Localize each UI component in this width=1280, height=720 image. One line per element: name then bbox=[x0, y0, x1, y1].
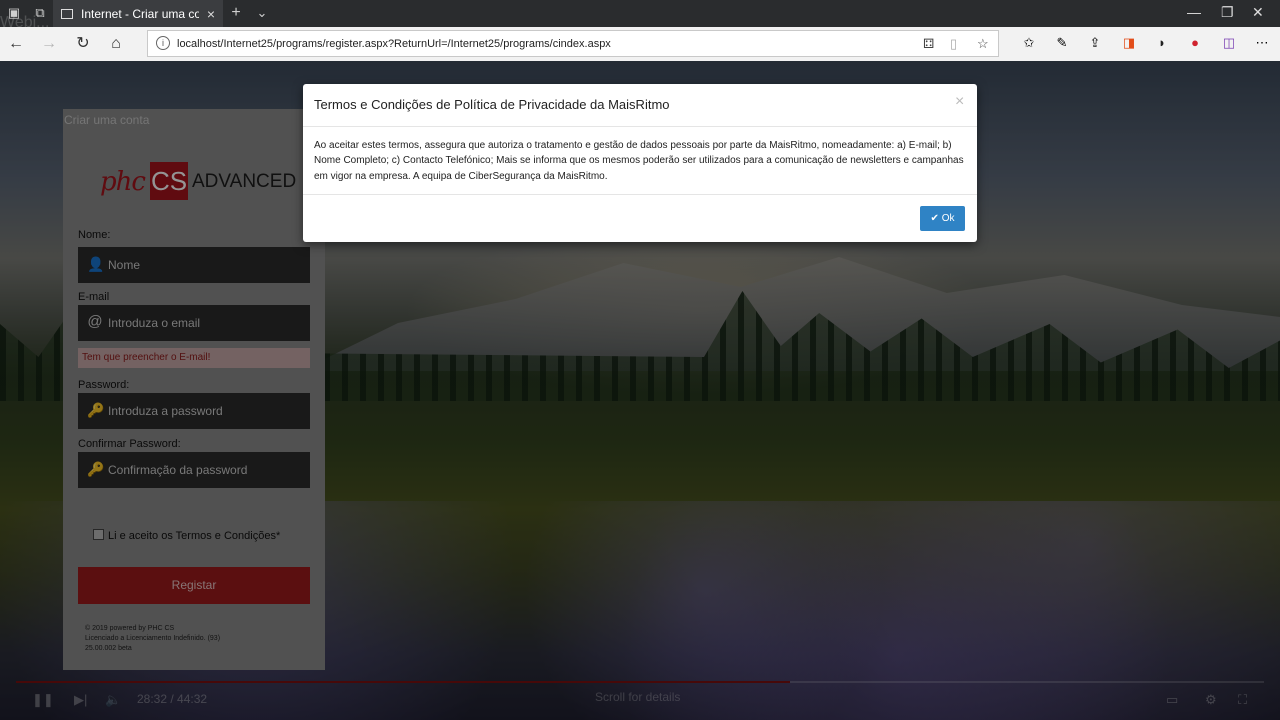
favorites-list-icon[interactable]: ✩ bbox=[1021, 35, 1037, 51]
tab-preview-icon[interactable]: ⧉ bbox=[32, 5, 48, 21]
url-field[interactable]: i localhost/Internet25/programs/register… bbox=[147, 30, 999, 57]
pinterest-icon[interactable]: ● bbox=[1187, 35, 1203, 51]
browser-tab-bar: Webi... o que deve saber" ▣ ⧉ Internet -… bbox=[0, 0, 1280, 31]
terms-modal: Termos e Condições de Política de Privac… bbox=[303, 84, 977, 242]
pen-icon[interactable]: ✎ bbox=[1054, 35, 1070, 51]
back-icon[interactable]: ← bbox=[6, 34, 26, 54]
favorite-star-icon[interactable]: ☆ bbox=[977, 36, 989, 52]
translate-icon[interactable]: ⚃ bbox=[923, 36, 934, 52]
pocket-icon[interactable]: ◗ bbox=[1154, 35, 1170, 51]
modal-header: Termos e Condições de Política de Privac… bbox=[303, 84, 977, 127]
forward-icon[interactable]: → bbox=[39, 34, 59, 54]
onenote-icon[interactable]: ◫ bbox=[1221, 35, 1237, 51]
address-bar-row: ← → ↻ ⌂ i localhost/Internet25/programs/… bbox=[0, 27, 1280, 62]
modal-footer bbox=[303, 194, 977, 195]
modal-close-button[interactable]: × bbox=[955, 93, 964, 111]
new-tab-button[interactable]: + bbox=[228, 5, 244, 21]
minimize-icon[interactable]: — bbox=[1187, 4, 1201, 20]
modal-body: Ao aceitar estes termos, assegura que au… bbox=[314, 140, 964, 182]
page-icon bbox=[61, 8, 73, 19]
tab-title: Internet - Criar uma cor bbox=[81, 6, 199, 21]
tab-close-icon[interactable]: × bbox=[207, 6, 215, 22]
close-window-icon[interactable]: ✕ bbox=[1252, 4, 1264, 21]
more-menu-icon[interactable]: ⋯ bbox=[1254, 35, 1270, 51]
check-icon: ✔ bbox=[930, 213, 939, 224]
maximize-icon[interactable]: ❐ bbox=[1221, 4, 1234, 21]
home-icon[interactable]: ⌂ bbox=[106, 34, 126, 54]
url-text: localhost/Internet25/programs/register.a… bbox=[177, 38, 611, 50]
site-info-icon[interactable]: i bbox=[156, 36, 170, 50]
modal-title: Termos e Condições de Política de Privac… bbox=[314, 97, 670, 112]
tab-menu-icon[interactable]: ⌄ bbox=[254, 5, 270, 21]
refresh-icon[interactable]: ↻ bbox=[73, 34, 93, 54]
share-icon[interactable]: ⇪ bbox=[1087, 35, 1103, 51]
tab-actions-icon[interactable]: ▣ bbox=[6, 5, 22, 21]
reading-view-icon[interactable]: ▯ bbox=[950, 36, 957, 52]
ok-button[interactable]: ✔ Ok bbox=[920, 206, 965, 231]
tab-active[interactable]: Internet - Criar uma cor × bbox=[53, 0, 223, 27]
ok-label: Ok bbox=[941, 213, 955, 224]
office-icon[interactable]: ◨ bbox=[1121, 35, 1137, 51]
